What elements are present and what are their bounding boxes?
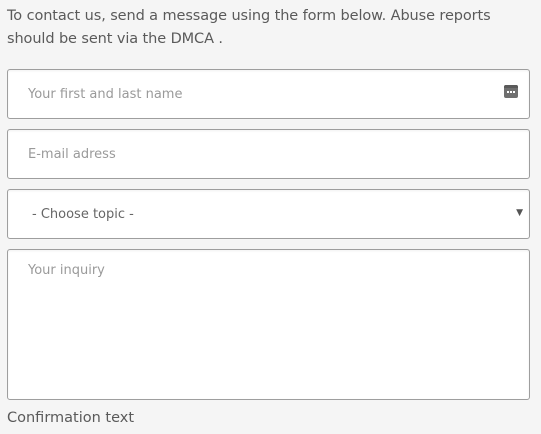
autofill-icon[interactable] [504, 85, 518, 98]
contact-page: To contact us, send a message using the … [0, 0, 541, 434]
intro-suffix: . [213, 31, 223, 47]
intro-text: To contact us, send a message using the … [7, 5, 537, 51]
email-placeholder: E-mail adress [28, 147, 116, 162]
confirmation-label: Confirmation text [7, 410, 135, 426]
topic-select[interactable]: - Choose topic - ▼ [7, 189, 530, 239]
name-placeholder: Your first and last name [28, 87, 183, 102]
topic-selected-value: - Choose topic - [32, 207, 134, 222]
email-field[interactable]: E-mail adress [7, 129, 530, 179]
dmca-link[interactable]: DMCA [171, 31, 214, 47]
intro-sentence: To contact us, send a message using the … [7, 8, 491, 47]
name-field[interactable]: Your first and last name [7, 69, 530, 119]
inquiry-textarea[interactable]: Your inquiry [7, 249, 530, 400]
inquiry-placeholder: Your inquiry [28, 263, 105, 278]
chevron-down-icon[interactable]: ▼ [516, 208, 523, 218]
